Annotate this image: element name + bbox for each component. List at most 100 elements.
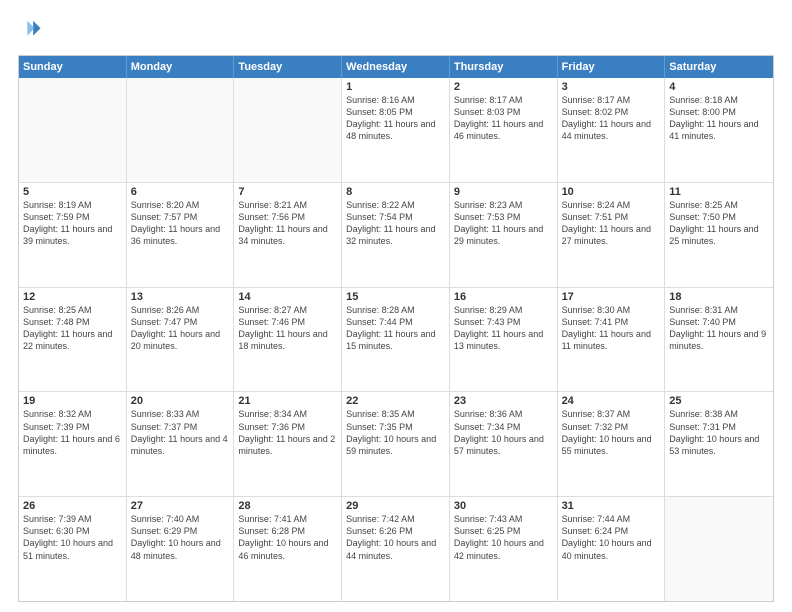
calendar-row: 1Sunrise: 8:16 AMSunset: 8:05 PMDaylight… — [19, 78, 773, 183]
day-number: 14 — [238, 291, 337, 303]
day-cell-18: 18Sunrise: 8:31 AMSunset: 7:40 PMDayligh… — [665, 288, 773, 392]
day-info: Sunrise: 7:41 AMSunset: 6:28 PMDaylight:… — [238, 513, 337, 562]
calendar-row: 5Sunrise: 8:19 AMSunset: 7:59 PMDaylight… — [19, 183, 773, 288]
day-info: Sunrise: 7:42 AMSunset: 6:26 PMDaylight:… — [346, 513, 445, 562]
day-info: Sunrise: 8:21 AMSunset: 7:56 PMDaylight:… — [238, 199, 337, 248]
day-cell-10: 10Sunrise: 8:24 AMSunset: 7:51 PMDayligh… — [558, 183, 666, 287]
day-cell-8: 8Sunrise: 8:22 AMSunset: 7:54 PMDaylight… — [342, 183, 450, 287]
weekday-header-friday: Friday — [558, 56, 666, 78]
day-cell-16: 16Sunrise: 8:29 AMSunset: 7:43 PMDayligh… — [450, 288, 558, 392]
day-number: 24 — [562, 395, 661, 407]
day-info: Sunrise: 8:25 AMSunset: 7:50 PMDaylight:… — [669, 199, 769, 248]
day-number: 9 — [454, 186, 553, 198]
day-cell-21: 21Sunrise: 8:34 AMSunset: 7:36 PMDayligh… — [234, 392, 342, 496]
day-cell-31: 31Sunrise: 7:44 AMSunset: 6:24 PMDayligh… — [558, 497, 666, 601]
day-number: 19 — [23, 395, 122, 407]
day-number: 5 — [23, 186, 122, 198]
day-info: Sunrise: 8:26 AMSunset: 7:47 PMDaylight:… — [131, 304, 230, 353]
weekday-header-sunday: Sunday — [19, 56, 127, 78]
day-number: 13 — [131, 291, 230, 303]
day-info: Sunrise: 8:17 AMSunset: 8:02 PMDaylight:… — [562, 94, 661, 143]
day-number: 11 — [669, 186, 769, 198]
calendar-page: SundayMondayTuesdayWednesdayThursdayFrid… — [0, 0, 792, 612]
day-info: Sunrise: 8:36 AMSunset: 7:34 PMDaylight:… — [454, 408, 553, 457]
weekday-header-saturday: Saturday — [665, 56, 773, 78]
day-cell-11: 11Sunrise: 8:25 AMSunset: 7:50 PMDayligh… — [665, 183, 773, 287]
day-info: Sunrise: 8:32 AMSunset: 7:39 PMDaylight:… — [23, 408, 122, 457]
calendar-row: 26Sunrise: 7:39 AMSunset: 6:30 PMDayligh… — [19, 497, 773, 601]
day-number: 18 — [669, 291, 769, 303]
day-cell-12: 12Sunrise: 8:25 AMSunset: 7:48 PMDayligh… — [19, 288, 127, 392]
day-cell-17: 17Sunrise: 8:30 AMSunset: 7:41 PMDayligh… — [558, 288, 666, 392]
day-info: Sunrise: 8:27 AMSunset: 7:46 PMDaylight:… — [238, 304, 337, 353]
day-number: 30 — [454, 500, 553, 512]
day-info: Sunrise: 8:23 AMSunset: 7:53 PMDaylight:… — [454, 199, 553, 248]
day-info: Sunrise: 8:20 AMSunset: 7:57 PMDaylight:… — [131, 199, 230, 248]
day-cell-3: 3Sunrise: 8:17 AMSunset: 8:02 PMDaylight… — [558, 78, 666, 182]
day-number: 26 — [23, 500, 122, 512]
day-cell-25: 25Sunrise: 8:38 AMSunset: 7:31 PMDayligh… — [665, 392, 773, 496]
day-info: Sunrise: 8:28 AMSunset: 7:44 PMDaylight:… — [346, 304, 445, 353]
day-number: 27 — [131, 500, 230, 512]
day-cell-2: 2Sunrise: 8:17 AMSunset: 8:03 PMDaylight… — [450, 78, 558, 182]
day-number: 20 — [131, 395, 230, 407]
empty-cell — [665, 497, 773, 601]
day-cell-28: 28Sunrise: 7:41 AMSunset: 6:28 PMDayligh… — [234, 497, 342, 601]
weekday-header-tuesday: Tuesday — [234, 56, 342, 78]
weekday-header-thursday: Thursday — [450, 56, 558, 78]
day-cell-1: 1Sunrise: 8:16 AMSunset: 8:05 PMDaylight… — [342, 78, 450, 182]
day-info: Sunrise: 7:44 AMSunset: 6:24 PMDaylight:… — [562, 513, 661, 562]
day-number: 21 — [238, 395, 337, 407]
day-info: Sunrise: 8:31 AMSunset: 7:40 PMDaylight:… — [669, 304, 769, 353]
day-number: 17 — [562, 291, 661, 303]
day-info: Sunrise: 8:22 AMSunset: 7:54 PMDaylight:… — [346, 199, 445, 248]
day-info: Sunrise: 8:24 AMSunset: 7:51 PMDaylight:… — [562, 199, 661, 248]
day-number: 29 — [346, 500, 445, 512]
day-cell-20: 20Sunrise: 8:33 AMSunset: 7:37 PMDayligh… — [127, 392, 235, 496]
day-number: 10 — [562, 186, 661, 198]
day-number: 28 — [238, 500, 337, 512]
day-number: 31 — [562, 500, 661, 512]
calendar-row: 12Sunrise: 8:25 AMSunset: 7:48 PMDayligh… — [19, 288, 773, 393]
calendar-body: 1Sunrise: 8:16 AMSunset: 8:05 PMDaylight… — [19, 78, 773, 601]
day-number: 6 — [131, 186, 230, 198]
empty-cell — [127, 78, 235, 182]
day-cell-6: 6Sunrise: 8:20 AMSunset: 7:57 PMDaylight… — [127, 183, 235, 287]
calendar: SundayMondayTuesdayWednesdayThursdayFrid… — [18, 55, 774, 602]
day-info: Sunrise: 8:18 AMSunset: 8:00 PMDaylight:… — [669, 94, 769, 143]
day-info: Sunrise: 8:17 AMSunset: 8:03 PMDaylight:… — [454, 94, 553, 143]
logo — [18, 18, 46, 45]
day-info: Sunrise: 7:39 AMSunset: 6:30 PMDaylight:… — [23, 513, 122, 562]
day-info: Sunrise: 8:29 AMSunset: 7:43 PMDaylight:… — [454, 304, 553, 353]
day-info: Sunrise: 8:30 AMSunset: 7:41 PMDaylight:… — [562, 304, 661, 353]
day-number: 3 — [562, 81, 661, 93]
day-info: Sunrise: 7:40 AMSunset: 6:29 PMDaylight:… — [131, 513, 230, 562]
day-cell-9: 9Sunrise: 8:23 AMSunset: 7:53 PMDaylight… — [450, 183, 558, 287]
day-number: 16 — [454, 291, 553, 303]
day-cell-14: 14Sunrise: 8:27 AMSunset: 7:46 PMDayligh… — [234, 288, 342, 392]
day-info: Sunrise: 7:43 AMSunset: 6:25 PMDaylight:… — [454, 513, 553, 562]
day-number: 12 — [23, 291, 122, 303]
day-cell-5: 5Sunrise: 8:19 AMSunset: 7:59 PMDaylight… — [19, 183, 127, 287]
day-number: 22 — [346, 395, 445, 407]
day-number: 25 — [669, 395, 769, 407]
day-cell-26: 26Sunrise: 7:39 AMSunset: 6:30 PMDayligh… — [19, 497, 127, 601]
day-info: Sunrise: 8:35 AMSunset: 7:35 PMDaylight:… — [346, 408, 445, 457]
day-cell-4: 4Sunrise: 8:18 AMSunset: 8:00 PMDaylight… — [665, 78, 773, 182]
day-info: Sunrise: 8:25 AMSunset: 7:48 PMDaylight:… — [23, 304, 122, 353]
calendar-header: SundayMondayTuesdayWednesdayThursdayFrid… — [19, 56, 773, 78]
day-info: Sunrise: 8:37 AMSunset: 7:32 PMDaylight:… — [562, 408, 661, 457]
day-cell-23: 23Sunrise: 8:36 AMSunset: 7:34 PMDayligh… — [450, 392, 558, 496]
calendar-row: 19Sunrise: 8:32 AMSunset: 7:39 PMDayligh… — [19, 392, 773, 497]
day-number: 15 — [346, 291, 445, 303]
weekday-header-monday: Monday — [127, 56, 235, 78]
day-number: 4 — [669, 81, 769, 93]
header — [18, 18, 774, 45]
weekday-header-wednesday: Wednesday — [342, 56, 450, 78]
day-cell-27: 27Sunrise: 7:40 AMSunset: 6:29 PMDayligh… — [127, 497, 235, 601]
day-cell-13: 13Sunrise: 8:26 AMSunset: 7:47 PMDayligh… — [127, 288, 235, 392]
day-info: Sunrise: 8:19 AMSunset: 7:59 PMDaylight:… — [23, 199, 122, 248]
day-cell-29: 29Sunrise: 7:42 AMSunset: 6:26 PMDayligh… — [342, 497, 450, 601]
day-cell-7: 7Sunrise: 8:21 AMSunset: 7:56 PMDaylight… — [234, 183, 342, 287]
day-info: Sunrise: 8:34 AMSunset: 7:36 PMDaylight:… — [238, 408, 337, 457]
